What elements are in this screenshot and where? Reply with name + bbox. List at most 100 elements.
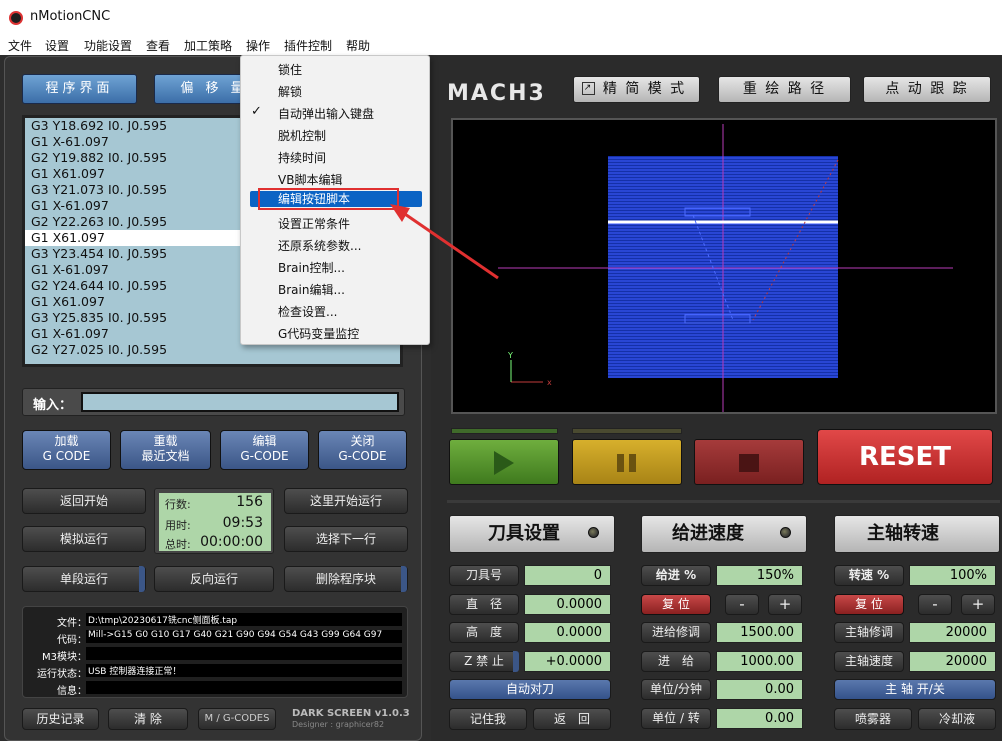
pause-icon — [617, 454, 624, 472]
check-icon: ✓ — [251, 104, 262, 119]
cycle-start-button[interactable] — [449, 439, 559, 485]
reload-label: 重载 — [153, 434, 178, 448]
feed-minus-button[interactable]: - — [725, 594, 759, 615]
spindle-speed-button[interactable]: 主轴转速 — [834, 515, 1000, 553]
jog-follow-button[interactable]: 点 动 跟 踪 — [863, 76, 991, 103]
svg-text:MACH3: MACH3 — [447, 81, 546, 104]
delete-block-button[interactable]: 删除程序块 — [284, 566, 408, 592]
feed-percent-label: 给进 % — [641, 565, 711, 586]
auto-tool-zero-button[interactable]: 自动对刀 — [449, 679, 611, 700]
feed-hold-led — [572, 428, 682, 434]
edit-gcode-button[interactable]: 编辑 G-CODE — [220, 430, 309, 470]
m3-label: M3模块： — [42, 652, 87, 663]
diameter-field[interactable]: 0.0000 — [524, 594, 611, 615]
reload-recent-button[interactable]: 重载 最近文档 — [120, 430, 211, 470]
elapsed-label: 用时: — [165, 519, 191, 532]
dropdown-item[interactable]: 检查设置... — [241, 301, 429, 323]
spindle-speed-field: 20000 — [909, 651, 996, 672]
diameter-label: 直 径 — [449, 594, 519, 615]
spindle-percent-field[interactable]: 100% — [909, 565, 996, 586]
z-inhibit-button[interactable]: Z 禁 止 — [449, 651, 519, 672]
feed-reset-button[interactable]: 复 位 — [641, 594, 711, 615]
feed-label: 进 给 — [641, 651, 711, 672]
tool-led — [588, 527, 599, 538]
select-next-button[interactable]: 选择下一行 — [284, 526, 408, 552]
dropdown-item[interactable]: 自动弹出输入键盘 — [241, 103, 429, 125]
dropdown-item[interactable]: 解锁 — [241, 81, 429, 103]
tool-number-label: 刀具号 — [449, 565, 519, 586]
feed-plus-button[interactable]: + — [768, 594, 802, 615]
history-button[interactable]: 历史记录 — [22, 708, 99, 730]
menu-feature-settings[interactable]: 功能设置 — [84, 37, 132, 54]
menu-operations[interactable]: 操作 — [246, 37, 270, 54]
single-block-button[interactable]: 单段运行 — [22, 566, 146, 592]
rewind-button[interactable]: 返回开始 — [22, 488, 146, 514]
z-inhibit-field[interactable]: +0.0000 — [524, 651, 611, 672]
units-per-min-field: 0.00 — [716, 679, 803, 700]
stop-button[interactable] — [694, 439, 804, 485]
feed-field[interactable]: 1000.00 — [716, 651, 803, 672]
divider — [447, 500, 1000, 503]
dropdown-item[interactable]: 锁住 — [241, 59, 429, 81]
load-gcode-button[interactable]: 加载 G CODE — [22, 430, 111, 470]
cycle-start-led — [451, 428, 558, 434]
return-button[interactable]: 返 回 — [533, 708, 611, 730]
run-state-label: 运行状态： — [37, 669, 87, 680]
play-icon — [494, 451, 514, 475]
spindle-override-field[interactable]: 20000 — [909, 622, 996, 643]
close-label: 关闭 — [350, 434, 375, 448]
mist-button[interactable]: 喷雾器 — [834, 708, 912, 730]
spindle-speed-title: 主轴转速 — [867, 523, 939, 544]
mach3-logo: MACH3 — [447, 81, 546, 104]
input-bar: 输入： — [22, 388, 405, 416]
units-per-rev-label: 单位 / 转 — [641, 708, 711, 729]
spindle-reset-button[interactable]: 复 位 — [834, 594, 904, 615]
spindle-percent-label: 转速 % — [834, 565, 904, 586]
tool-number-field[interactable]: 0 — [524, 565, 611, 586]
menu-file[interactable]: 文件 — [8, 37, 32, 54]
mg-codes-button[interactable]: M / G-CODES — [198, 708, 276, 730]
remember-button[interactable]: 记住我 — [449, 708, 527, 730]
feed-override-field[interactable]: 1500.00 — [716, 622, 803, 643]
menu-plugins[interactable]: 插件控制 — [284, 37, 332, 54]
svg-text:x: x — [547, 378, 552, 387]
spindle-plus-button[interactable]: + — [961, 594, 995, 615]
single-block-led — [139, 566, 145, 592]
total-value: 00:00:00 — [200, 534, 263, 550]
menu-settings[interactable]: 设置 — [45, 37, 69, 54]
command-input[interactable] — [81, 392, 399, 412]
total-label: 总时: — [165, 538, 191, 551]
menu-machining-strategy[interactable]: 加工策略 — [184, 37, 232, 54]
menu-help[interactable]: 帮助 — [346, 37, 370, 54]
feed-rate-title: 给进速度 — [672, 523, 744, 544]
feed-hold-button[interactable] — [572, 439, 682, 485]
height-field[interactable]: 0.0000 — [524, 622, 611, 643]
reload-sublabel: 最近文档 — [141, 449, 190, 463]
coolant-button[interactable]: 冷却液 — [918, 708, 996, 730]
toolpath-viewport[interactable]: x Y — [451, 118, 997, 414]
fine-mode-button[interactable]: ↗ 精 简 模 式 — [573, 76, 700, 103]
regen-toolpath-button[interactable]: 重 绘 路 径 — [718, 76, 851, 103]
tab-program[interactable]: 程序界面 — [22, 74, 137, 104]
dropdown-item[interactable]: 脱机控制 — [241, 125, 429, 147]
menu-view[interactable]: 查看 — [146, 37, 170, 54]
dropdown-item[interactable]: G代码变量监控 — [241, 323, 429, 345]
annotation-highlight-box — [258, 188, 399, 210]
close-gcode-button[interactable]: 关闭 G-CODE — [318, 430, 407, 470]
simulate-button[interactable]: 模拟运行 — [22, 526, 146, 552]
feed-percent-field[interactable]: 150% — [716, 565, 803, 586]
reverse-run-button[interactable]: 反向运行 — [154, 566, 274, 592]
counter-display: 行数: 156 用时: 09:53 总时: 00:00:00 — [159, 493, 271, 551]
tool-settings-title: 刀具设置 — [488, 523, 560, 544]
units-per-min-label: 单位/分钟 — [641, 679, 711, 700]
counter-panel: 行数: 156 用时: 09:53 总时: 00:00:00 — [154, 488, 274, 554]
fine-mode-label: 精 简 模 式 — [602, 81, 687, 97]
load-label: 加载 — [54, 434, 79, 448]
dropdown-item[interactable]: 持续时间 — [241, 147, 429, 169]
reset-button[interactable]: RESET — [817, 429, 993, 485]
clear-button[interactable]: 清 除 — [108, 708, 188, 730]
line-value: 156 — [236, 494, 263, 510]
spindle-toggle-button[interactable]: 主 轴 开/关 — [834, 679, 996, 700]
spindle-minus-button[interactable]: - — [918, 594, 952, 615]
run-from-here-button[interactable]: 这里开始运行 — [284, 488, 408, 514]
